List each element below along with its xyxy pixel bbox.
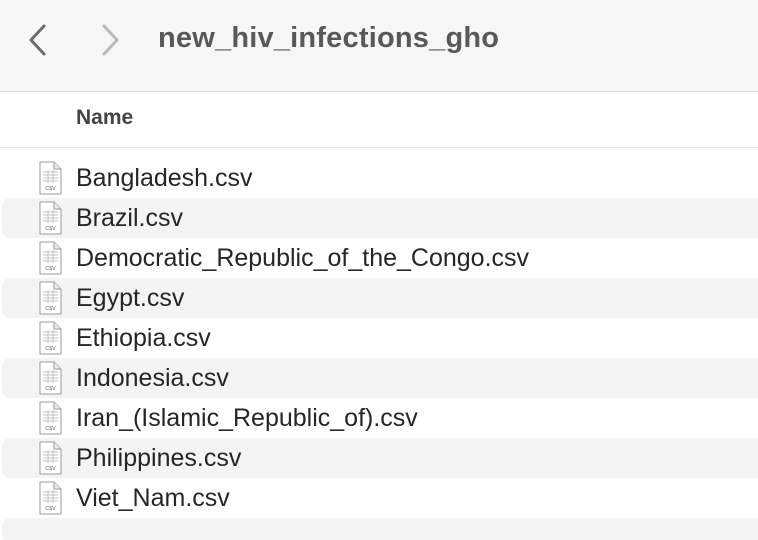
csv-icon-label: CSV — [45, 186, 56, 192]
back-button[interactable] — [20, 18, 56, 62]
csv-file-icon: CSV — [39, 161, 62, 195]
csv-file-icon: CSV — [39, 281, 62, 315]
file-name: Philippines.csv — [76, 444, 242, 472]
csv-icon-label: CSV — [45, 346, 56, 352]
csv-file-icon: CSV — [39, 321, 62, 355]
csv-file-icon: CSV — [39, 361, 62, 395]
file-row[interactable]: CSV Iran_(Islamic_Republic_of).csv — [2, 398, 758, 438]
csv-file-icon: CSV — [39, 401, 62, 435]
file-row[interactable]: CSV Brazil.csv — [2, 198, 758, 238]
csv-icon-label: CSV — [45, 506, 56, 512]
csv-file-icon: CSV — [39, 481, 62, 515]
toolbar: new_hiv_infections_gho — [0, 0, 758, 92]
file-name: Democratic_Republic_of_the_Congo.csv — [76, 244, 530, 272]
file-name: Iran_(Islamic_Republic_of).csv — [76, 404, 418, 432]
file-row[interactable]: CSV Democratic_Republic_of_the_Congo.csv — [2, 238, 758, 278]
csv-icon-label: CSV — [45, 266, 56, 272]
file-row[interactable]: CSV Philippines.csv — [2, 438, 758, 478]
file-row[interactable]: CSV Bangladesh.csv — [2, 158, 758, 198]
chevron-left-icon — [29, 24, 46, 56]
file-name: Indonesia.csv — [76, 364, 229, 392]
file-name: Egypt.csv — [76, 284, 185, 312]
window-title: new_hiv_infections_gho — [158, 22, 500, 54]
file-name: Brazil.csv — [76, 204, 183, 232]
column-header-bar: Name — [0, 92, 758, 148]
csv-icon-label: CSV — [45, 466, 56, 472]
csv-file-icon: CSV — [39, 201, 62, 235]
finder-window: new_hiv_infections_gho Name CSV Banglades… — [0, 0, 758, 540]
file-row[interactable]: CSV Ethiopia.csv — [2, 318, 758, 358]
csv-icon-label: CSV — [45, 426, 56, 432]
forward-button[interactable] — [92, 18, 128, 62]
file-name: Ethiopia.csv — [76, 324, 211, 352]
csv-icon-label: CSV — [45, 386, 56, 392]
column-header-name[interactable]: Name — [76, 106, 133, 130]
file-row[interactable]: CSV Egypt.csv — [2, 278, 758, 318]
empty-row — [2, 518, 758, 540]
chevron-right-icon — [102, 24, 119, 56]
csv-file-icon: CSV — [39, 241, 62, 275]
file-name: Bangladesh.csv — [76, 164, 253, 192]
file-list: CSV Bangladesh.csv CSV Brazil.csv CSV Democra… — [0, 158, 758, 540]
csv-icon-label: CSV — [45, 226, 56, 232]
file-row[interactable]: CSV Viet_Nam.csv — [2, 478, 758, 518]
file-name: Viet_Nam.csv — [76, 484, 230, 512]
csv-icon-label: CSV — [45, 306, 56, 312]
file-row[interactable]: CSV Indonesia.csv — [2, 358, 758, 398]
csv-file-icon: CSV — [39, 441, 62, 475]
